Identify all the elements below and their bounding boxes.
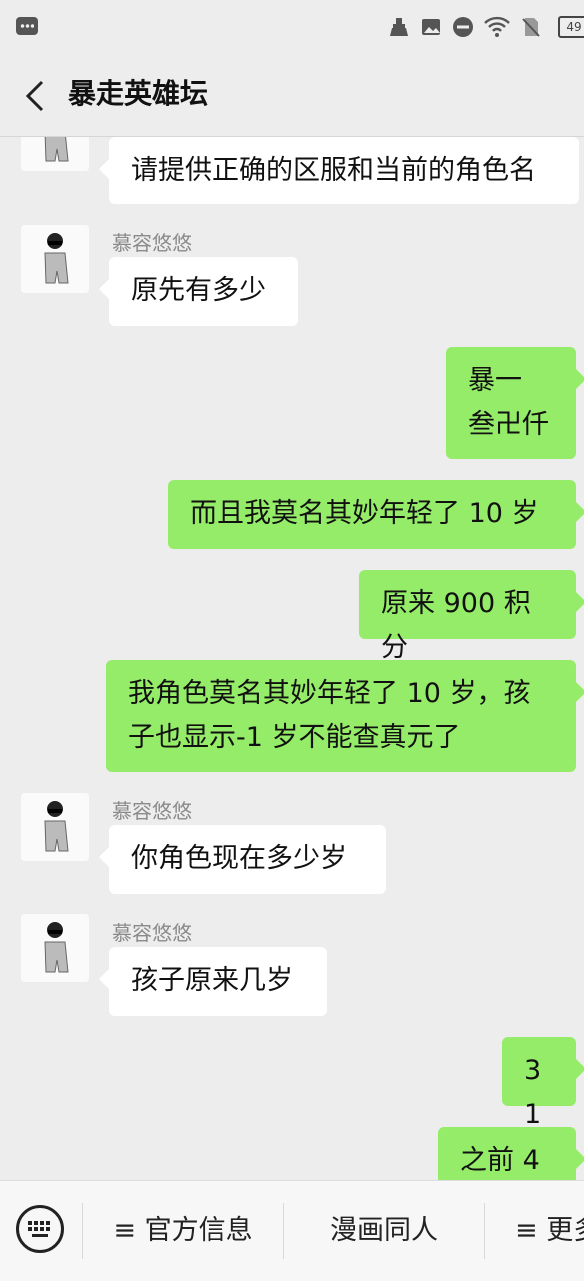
message-bubble[interactable]: 而且我莫名其妙年轻了 10 岁	[168, 480, 584, 549]
keyboard-icon[interactable]	[16, 1205, 64, 1253]
menu-official-info[interactable]: ≡ 官方信息	[83, 1181, 283, 1281]
no-sim-icon	[522, 18, 540, 37]
wifi-icon	[484, 16, 510, 37]
message-bubble[interactable]: 我角色莫名其妙年轻了 10 岁，孩子也显示-1 岁不能查真元了	[106, 660, 584, 772]
menu-more[interactable]: ≡ 更多	[485, 1181, 584, 1281]
message-bubble[interactable]: 原先有多少	[99, 257, 298, 326]
status-icons: 49	[388, 14, 584, 40]
battery-indicator: 49	[558, 16, 584, 38]
message-bubble[interactable]: 孩子原来几岁	[99, 947, 327, 1016]
sender-name: 慕容悠悠	[112, 231, 192, 255]
chat-title: 暴走英雄坛	[68, 77, 209, 110]
message-bubble[interactable]: 你角色现在多少岁	[99, 825, 386, 894]
title-bar: 暴走英雄坛	[0, 54, 584, 137]
bottom-menu-bar: ≡ 官方信息 漫画同人 ≡ 更多	[0, 1180, 584, 1281]
cleaner-icon	[390, 18, 408, 36]
status-bar: 49	[0, 0, 584, 54]
do-not-disturb-icon	[453, 17, 473, 37]
image-icon	[422, 19, 440, 35]
avatar[interactable]	[21, 225, 89, 293]
back-arrow-icon[interactable]	[20, 76, 60, 116]
message-bubble[interactable]: 31	[502, 1037, 584, 1130]
menu-comic-fanworks[interactable]: 漫画同人	[284, 1181, 484, 1281]
message-bubble[interactable]: 暴一 叁卍仟	[446, 347, 584, 459]
sender-name: 慕容悠悠	[112, 921, 192, 945]
message-bubble[interactable]: 请提供正确的区服和当前的角色名	[99, 137, 579, 204]
message-notification-icon	[16, 17, 38, 35]
message-bubble[interactable]: 之前 41	[438, 1127, 584, 1180]
avatar[interactable]	[21, 137, 89, 171]
avatar[interactable]	[21, 914, 89, 982]
chat-area[interactable]: 请提供正确的区服和当前的角色名 慕容悠悠 原先有多少 暴一 叁卍仟 而且我莫名其…	[0, 137, 584, 1180]
avatar[interactable]	[21, 793, 89, 861]
sender-name: 慕容悠悠	[112, 799, 192, 823]
message-bubble[interactable]: 原来 900 积分	[359, 570, 584, 663]
